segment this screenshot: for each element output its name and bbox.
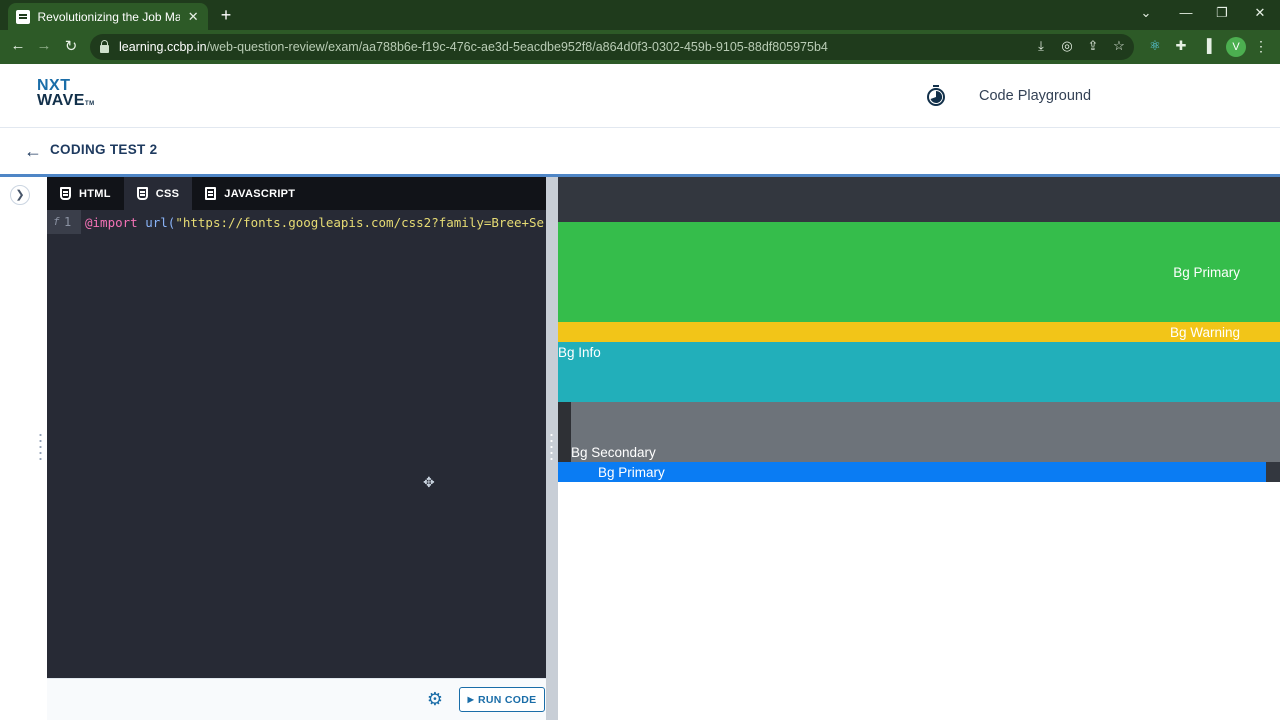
browser-tabbar: Revolutionizing the Job Market | ✕ + ⌄ —… [0,0,1280,30]
nxtwave-logo[interactable]: NXT WAVETM [37,78,95,112]
logo-line1: NXT [37,77,71,94]
line-gutter: f 1 [47,210,81,234]
reload-icon[interactable]: ↻ [61,37,81,55]
bg-primary-blue-label: Bg Primary [598,465,665,480]
bg-warning-label: Bg Warning [1169,325,1240,340]
run-code-label: RUN CODE [478,693,537,706]
lock-icon[interactable] [100,39,109,53]
react-devtools-icon[interactable]: ⚛ [1146,38,1164,54]
back-arrow-icon[interactable]: ← [8,37,28,54]
editor-footer: ⚙ ▶ RUN CODE [47,678,546,720]
bg-info-label: Bg Info [558,345,601,360]
tab-search-icon[interactable]: ⌄ [1136,5,1156,21]
play-icon: ▶ [467,695,475,704]
bg-secondary-label: Bg Secondary [571,445,656,460]
bg-secondary-block [571,402,1280,462]
sidepanel-icon[interactable]: ▐ [1198,38,1216,53]
menu-icon[interactable]: ⋮ [1254,38,1268,55]
logo-line2: WAVETM [37,93,95,112]
timer-icon[interactable] [926,85,946,107]
eye-off-icon[interactable]: ◎ [1058,38,1076,54]
move-cursor-icon: ✥ [423,474,435,490]
star-icon[interactable]: ☆ [1110,38,1128,54]
run-code-button[interactable]: ▶ RUN CODE [459,687,545,712]
test-subheader: ← CODING TEST 2 [0,128,1280,174]
code-editor: HTML CSS JAVASCRIPT f 1 @import url("htt… [47,177,546,678]
tab-css-label: CSS [155,187,180,200]
app-header: NXT WAVETM Code Playground [0,64,1280,128]
line-number: 1 [64,215,72,229]
code-line[interactable]: @import url("https://fonts.googleapis.co… [85,215,544,230]
tab-html[interactable]: HTML [47,177,124,210]
share-icon[interactable]: ⇪ [1084,38,1102,54]
code-text-area[interactable]: f 1 @import url("https://fonts.googleapi… [47,210,546,678]
page-title: CODING TEST 2 [50,142,158,157]
code-function: url( [137,215,176,230]
close-window-icon[interactable]: ✕ [1250,5,1270,21]
code-string: "https://fonts.googleapis.com/css2?famil… [175,215,544,230]
site-favicon-icon [16,9,30,24]
code-playground-link[interactable]: Code Playground [979,88,1091,104]
logo-tm: TM [84,101,95,107]
left-rail: ❯ [0,177,47,720]
url-path: /web-question-review/exam/aa788b6e-f19c-… [206,40,828,54]
maximize-icon[interactable]: ❐ [1212,5,1232,21]
url-host: learning.ccbp.in [119,40,207,54]
output-preview: Bg Primary Bg Warning Bg Info Bg Seconda… [558,177,1280,720]
fold-marker[interactable]: f [53,215,60,228]
minimize-icon[interactable]: — [1176,5,1196,20]
html5-icon [60,187,71,200]
browser-toolbar: ← → ↻ learning.ccbp.in /web-question-rev… [0,30,1280,64]
code-keyword: @import [85,215,138,230]
profile-avatar[interactable]: V [1226,37,1246,57]
address-bar[interactable]: learning.ccbp.in /web-question-review/ex… [90,34,1134,60]
forward-arrow-icon[interactable]: → [34,37,54,54]
tab-css[interactable]: CSS [123,177,193,210]
gear-icon[interactable]: ⚙ [425,689,445,710]
javascript-file-icon [205,187,217,200]
bg-primary-label: Bg Primary [1173,265,1240,280]
tab-javascript-label: JAVASCRIPT [224,187,296,200]
tab-javascript[interactable]: JAVASCRIPT [192,177,308,210]
bg-primary-green-block [558,222,1280,322]
browser-tab[interactable]: Revolutionizing the Job Market | ✕ [8,3,208,30]
css3-icon [136,187,148,200]
tab-html-label: HTML [79,187,111,200]
pane-splitter[interactable] [546,177,558,720]
drag-handle-icon[interactable] [550,432,553,464]
preview-top-band [558,177,1280,222]
drag-handle-icon[interactable] [39,432,42,464]
new-tab-icon[interactable]: + [216,5,236,26]
logo-line2-text: WAVE [37,92,85,109]
editor-tabs: HTML CSS JAVASCRIPT [47,177,546,210]
back-arrow-icon[interactable]: ← [24,141,42,162]
bg-info-block [558,342,1280,402]
close-tab-icon[interactable]: ✕ [186,9,200,25]
puzzle-icon[interactable]: ✚ [1172,38,1190,54]
expand-panel-button[interactable]: ❯ [10,185,30,205]
install-icon[interactable]: ⤓ [1032,38,1050,54]
tab-title: Revolutionizing the Job Market | [37,9,181,24]
